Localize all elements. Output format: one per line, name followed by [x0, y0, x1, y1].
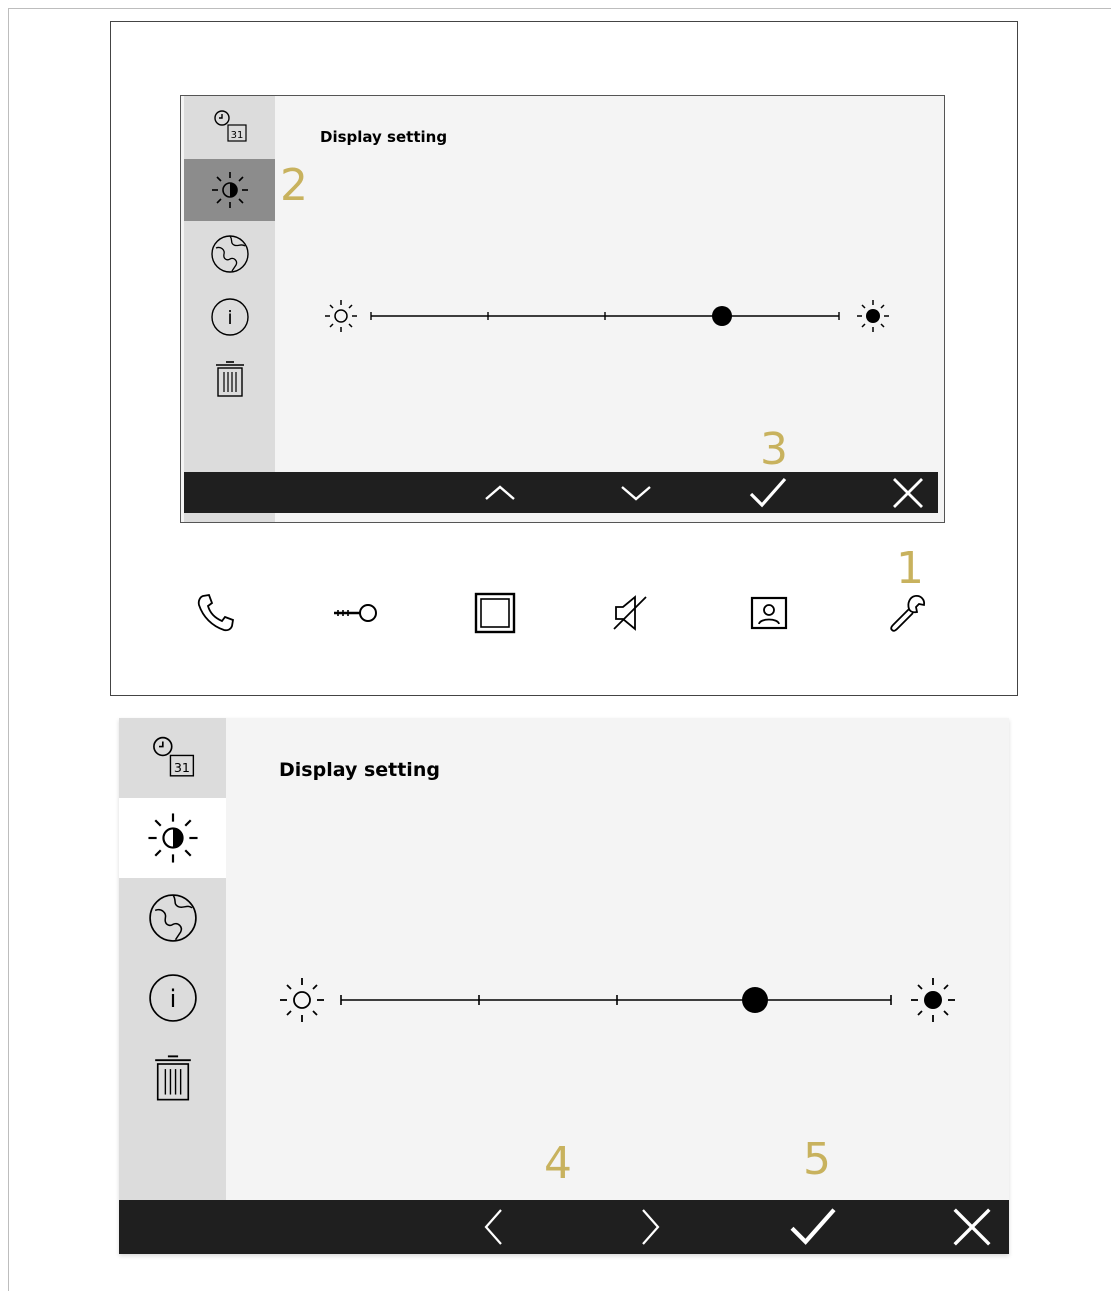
- up-button[interactable]: [480, 472, 520, 513]
- screen-button[interactable]: [465, 585, 525, 641]
- confirm-button[interactable]: [785, 1200, 841, 1254]
- close-button[interactable]: [888, 472, 928, 513]
- monitor-icon: [750, 596, 788, 630]
- sidebar-item-date-time[interactable]: 31: [184, 96, 275, 158]
- page-border-top: [8, 8, 1111, 9]
- checkmark-icon: [790, 1208, 836, 1245]
- page-border-left: [8, 8, 9, 1291]
- brightness-high-icon: [911, 978, 955, 1022]
- settings-sidebar: 31 i: [119, 718, 226, 1254]
- trash-icon: [215, 361, 244, 397]
- wrench-icon: [890, 594, 926, 632]
- slider-thumb: [712, 306, 732, 326]
- sidebar-item-display[interactable]: [184, 159, 275, 221]
- left-arrow-icon: [484, 1209, 502, 1245]
- sidebar-item-language[interactable]: [184, 223, 275, 285]
- brightness-slider[interactable]: [275, 970, 965, 1030]
- settings-sidebar: 31 i: [184, 96, 275, 522]
- sidebar-item-date-time[interactable]: 31: [119, 718, 226, 798]
- door-open-button[interactable]: [325, 585, 385, 641]
- previous-button[interactable]: [471, 1200, 515, 1254]
- info-icon: i: [210, 298, 249, 336]
- key-icon: [334, 604, 377, 622]
- trash-icon: [154, 1055, 191, 1101]
- slider-thumb: [742, 987, 768, 1013]
- page-title: Display setting: [279, 759, 440, 781]
- mute-icon: [613, 595, 647, 631]
- globe-icon: [210, 235, 249, 273]
- close-icon: [953, 1208, 991, 1246]
- sidebar-item-language[interactable]: [119, 878, 226, 958]
- callout-3: 3: [760, 424, 788, 475]
- sidebar-item-info[interactable]: i: [184, 286, 275, 348]
- call-button[interactable]: [186, 585, 246, 641]
- sidebar-item-delete[interactable]: [184, 348, 275, 410]
- phone-icon: [197, 593, 235, 632]
- clock-calendar-icon: 31: [152, 736, 194, 777]
- brightness-icon: [147, 813, 198, 863]
- brightness-slider[interactable]: [317, 292, 907, 340]
- bottom-toolbar: [184, 472, 938, 513]
- clock-calendar-icon: 31: [213, 110, 247, 142]
- brightness-low-icon: [280, 978, 324, 1022]
- down-button[interactable]: [616, 472, 656, 513]
- callout-4: 4: [544, 1138, 572, 1189]
- up-arrow-icon: [485, 484, 515, 500]
- callout-5: 5: [803, 1134, 831, 1185]
- down-arrow-icon: [621, 485, 651, 501]
- next-button[interactable]: [629, 1200, 673, 1254]
- confirm-button[interactable]: [746, 472, 790, 513]
- checkmark-icon: [749, 477, 787, 507]
- brightness-low-icon: [325, 300, 357, 332]
- brightness-icon: [211, 172, 248, 208]
- globe-icon: [148, 894, 197, 942]
- sidebar-item-display[interactable]: [119, 798, 226, 878]
- square-icon: [474, 592, 516, 634]
- surveillance-button[interactable]: [739, 585, 799, 641]
- calendar-day: 31: [230, 130, 243, 141]
- bottom-toolbar: [119, 1200, 1009, 1254]
- info-glyph: i: [169, 985, 176, 1013]
- sidebar-item-info[interactable]: i: [119, 958, 226, 1038]
- sidebar-item-delete[interactable]: [119, 1038, 226, 1118]
- close-button[interactable]: [947, 1200, 997, 1254]
- mute-button[interactable]: [600, 585, 660, 641]
- brightness-high-icon: [857, 300, 889, 332]
- info-glyph: i: [227, 307, 232, 329]
- close-icon: [893, 477, 923, 508]
- callout-2: 2: [280, 160, 308, 211]
- callout-1: 1: [896, 543, 924, 594]
- right-arrow-icon: [642, 1209, 660, 1245]
- calendar-day: 31: [173, 760, 189, 775]
- info-icon: i: [148, 974, 197, 1022]
- page-title: Display setting: [320, 128, 448, 146]
